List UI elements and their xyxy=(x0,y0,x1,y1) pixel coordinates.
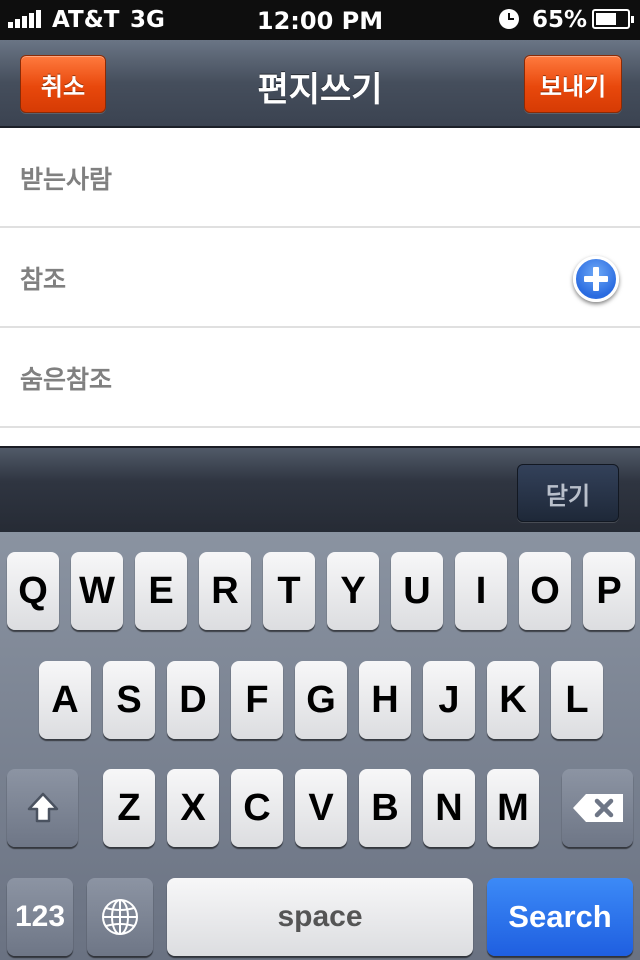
key-u[interactable]: U xyxy=(391,552,443,630)
status-bar: AT&T 3G 12:00 PM 65% xyxy=(0,0,640,40)
cc-field[interactable]: 참조 xyxy=(0,228,640,328)
key-l[interactable]: L xyxy=(551,661,603,739)
plus-circle-icon[interactable] xyxy=(573,256,619,302)
key-o[interactable]: O xyxy=(519,552,571,630)
key-h[interactable]: H xyxy=(359,661,411,739)
send-button[interactable]: 보내기 xyxy=(524,55,622,113)
search-key[interactable]: Search xyxy=(487,878,633,956)
globe-icon xyxy=(102,899,138,935)
key-t[interactable]: T xyxy=(263,552,315,630)
to-field[interactable]: 받는사람 xyxy=(0,128,640,228)
key-s[interactable]: S xyxy=(103,661,155,739)
key-d[interactable]: D xyxy=(167,661,219,739)
key-k[interactable]: K xyxy=(487,661,539,739)
key-y[interactable]: Y xyxy=(327,552,379,630)
battery-level-fill xyxy=(596,13,616,25)
battery-icon xyxy=(592,9,634,29)
key-v[interactable]: V xyxy=(295,769,347,847)
key-c[interactable]: C xyxy=(231,769,283,847)
bcc-label: 숨은참조 xyxy=(20,365,113,394)
key-q[interactable]: Q xyxy=(7,552,59,630)
key-w[interactable]: W xyxy=(71,552,123,630)
key-g[interactable]: G xyxy=(295,661,347,739)
key-n[interactable]: N xyxy=(423,769,475,847)
globe-key[interactable] xyxy=(87,878,153,956)
numbers-key[interactable]: 123 xyxy=(7,878,73,956)
backspace-key[interactable] xyxy=(562,769,633,847)
battery-percent: 65% xyxy=(532,7,588,33)
key-i[interactable]: I xyxy=(455,552,507,630)
keyboard-accessory-bar: 닫기 xyxy=(0,446,640,532)
shift-icon xyxy=(27,792,58,823)
key-e[interactable]: E xyxy=(135,552,187,630)
key-r[interactable]: R xyxy=(199,552,251,630)
key-f[interactable]: F xyxy=(231,661,283,739)
shift-key[interactable] xyxy=(7,769,78,847)
backspace-icon xyxy=(572,794,623,822)
key-b[interactable]: B xyxy=(359,769,411,847)
compose-form: 받는사람 참조 숨은참조 xyxy=(0,128,640,446)
key-x[interactable]: X xyxy=(167,769,219,847)
alarm-clock-icon xyxy=(499,9,519,29)
cc-label: 참조 xyxy=(20,265,67,294)
bcc-field[interactable]: 숨은참조 xyxy=(0,328,640,428)
keyboard: 123 space Search QWERTYUIOP ASDFGHJKL ZXCV… xyxy=(0,532,640,960)
navigation-bar: 취소 편지쓰기 보내기 xyxy=(0,40,640,128)
key-j[interactable]: J xyxy=(423,661,475,739)
space-key[interactable]: space xyxy=(167,878,473,956)
key-m[interactable]: M xyxy=(487,769,539,847)
key-p[interactable]: P xyxy=(583,552,635,630)
to-label: 받는사람 xyxy=(20,165,113,194)
key-z[interactable]: Z xyxy=(103,769,155,847)
key-a[interactable]: A xyxy=(39,661,91,739)
close-keyboard-button[interactable]: 닫기 xyxy=(517,464,619,522)
